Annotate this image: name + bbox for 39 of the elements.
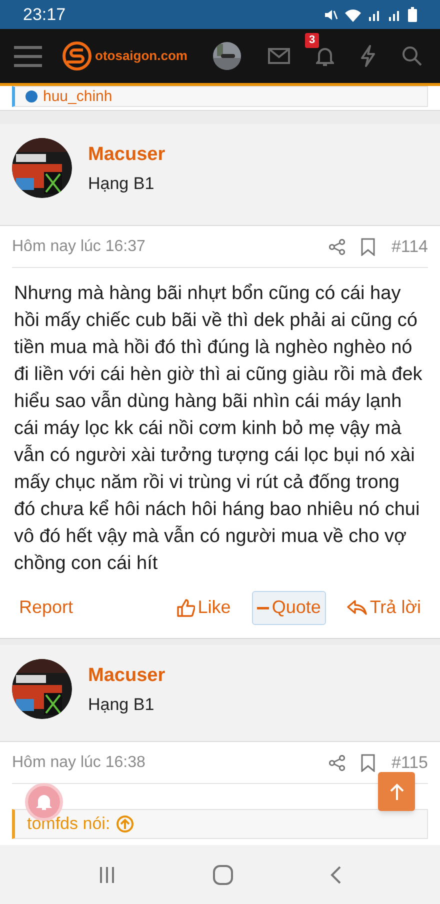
lightning-icon[interactable]: [360, 45, 376, 67]
back-icon[interactable]: [330, 866, 342, 884]
mail-icon[interactable]: [268, 48, 290, 64]
home-icon[interactable]: [212, 864, 233, 884]
username[interactable]: Macuser: [88, 665, 166, 687]
like-button[interactable]: Like: [172, 590, 236, 624]
battery-icon: [408, 7, 417, 22]
quote-button[interactable]: Quote: [252, 590, 326, 624]
share-icon[interactable]: [329, 754, 346, 770]
bookmark-icon[interactable]: [361, 754, 376, 772]
bell-icon[interactable]: [316, 46, 334, 66]
arrow-up-icon: [388, 782, 404, 800]
scroll-to-top-button[interactable]: [378, 772, 415, 811]
report-link[interactable]: Report: [14, 590, 78, 624]
post-time[interactable]: Hôm nay lúc 16:37: [12, 234, 146, 258]
user-rank: Hạng B1: [88, 174, 156, 194]
username[interactable]: Macuser: [88, 144, 166, 166]
reply-icon: [346, 600, 367, 616]
post-number[interactable]: #114: [391, 234, 428, 260]
mute-icon: [324, 8, 338, 22]
reply-button[interactable]: Trả lời: [342, 590, 426, 624]
bell-icon: [35, 793, 53, 811]
search-icon[interactable]: [402, 46, 422, 66]
quote-author[interactable]: tomfds nói:: [27, 811, 110, 837]
recent-apps-icon[interactable]: [98, 866, 116, 884]
site-logo[interactable]: otosaigon.com: [62, 41, 188, 71]
post-number[interactable]: #115: [391, 750, 428, 776]
status-time: 23:17: [23, 4, 66, 26]
post-body: Nhưng mà hàng bãi nhựt bổn cũng có cái hay hồi mấy chiếc cub bãi về thì dek phải ai cũng có tiền mua mà hồi đó thì đúng là nghèo nghèo nó đi liền với cái hèn giờ thì ai cũng giàu rồi mà đek hiểu sao vẫn dùng hàng bãi nhìn cái máy lạnh cái máy lọc kk cái nồi cơm kinh bỏ mẹ vậy mà vẫn có người xài tưởng tượng cái lọc bụi nó xài mấy chục năm rồi vi trùng vi rút cả đống trong đó chưa kể hôi nách hôi háng bao nhiêu nó chui vô đó hết vậy mà vẫn có người mua về cho vợ chồng con cái hít: [13, 282, 424, 576]
bookmark-icon[interactable]: [361, 238, 376, 256]
thumbs-up-icon: [176, 598, 195, 616]
menu-icon[interactable]: [14, 45, 42, 67]
notification-count: 3: [305, 33, 320, 48]
arrow-up-circle-icon[interactable]: [116, 815, 134, 833]
post-time[interactable]: Hôm nay lúc 16:38: [12, 750, 146, 774]
user-rank: Hạng B1: [88, 695, 156, 715]
share-icon[interactable]: [329, 238, 346, 254]
quote-author[interactable]: huu_chinh: [43, 88, 112, 106]
wifi-icon: [344, 8, 362, 22]
